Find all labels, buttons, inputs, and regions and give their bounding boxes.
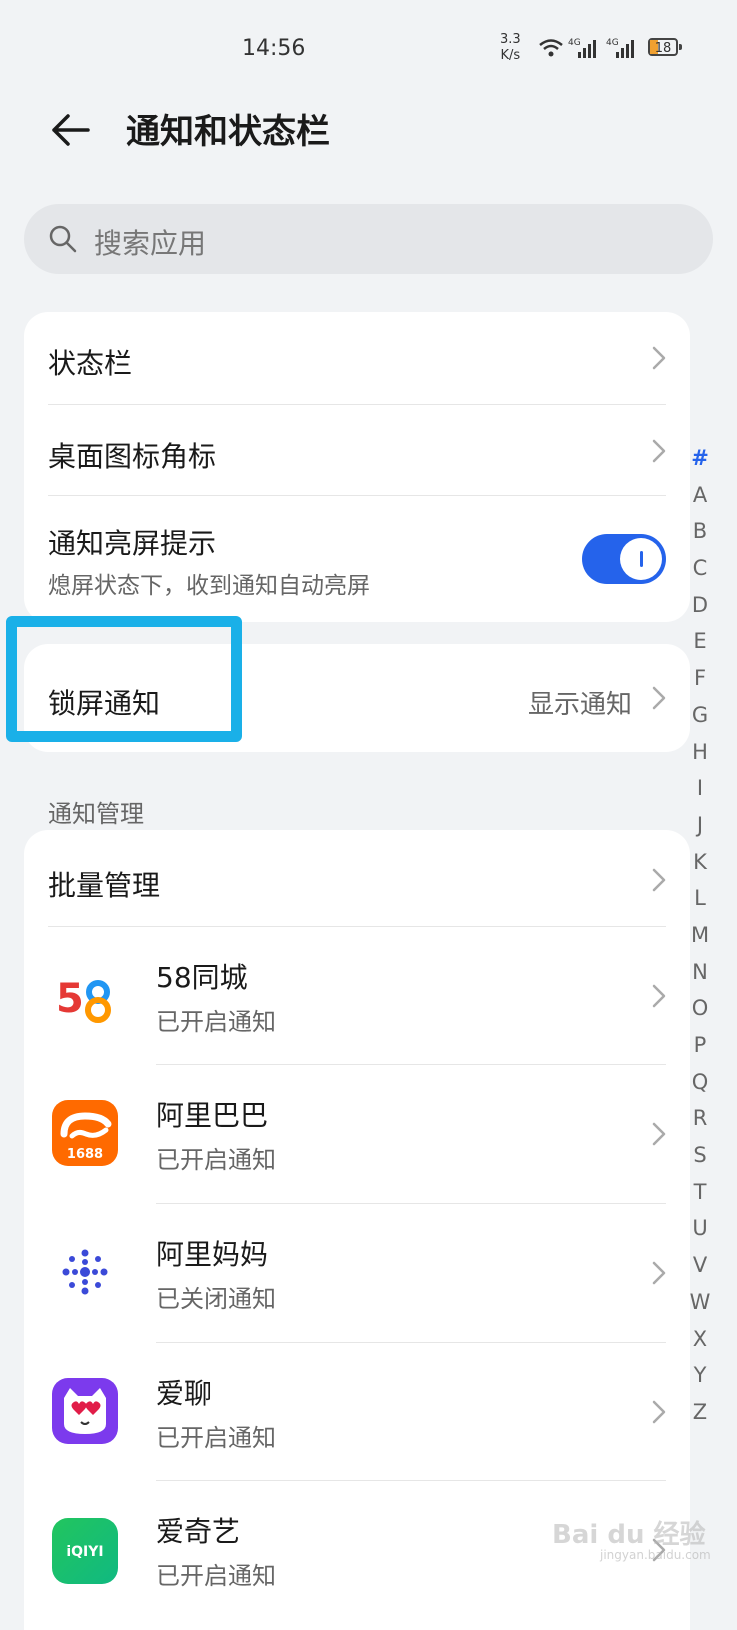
status-bar-label: 状态栏 (48, 347, 133, 380)
index-letter[interactable]: B (684, 513, 716, 550)
app-name: 爱聊 (156, 1377, 213, 1410)
app-status: 已开启通知 (156, 1562, 276, 1590)
app-status: 已开启通知 (156, 1008, 276, 1036)
net-speed: 3.3 K/s (500, 32, 521, 64)
index-letter[interactable]: U (684, 1210, 716, 1247)
index-letter[interactable]: I (684, 770, 716, 807)
list-item[interactable]: 爱聊 已开启通知 (24, 1342, 690, 1480)
app-1688-icon: 1688 (52, 1100, 118, 1166)
chevron-right-icon (652, 1261, 666, 1285)
sig2-label: 4G (606, 38, 619, 48)
index-letter[interactable]: L (684, 880, 716, 917)
index-letter[interactable]: P (684, 1027, 716, 1064)
index-letter[interactable]: Q (684, 1064, 716, 1101)
index-letter[interactable]: R (684, 1100, 716, 1137)
battery-level: 18 (654, 41, 672, 56)
index-letter[interactable]: T (684, 1174, 716, 1211)
index-letter[interactable]: W (684, 1284, 716, 1321)
index-letter[interactable]: G (684, 697, 716, 734)
search-icon (49, 225, 77, 253)
status-bar-row[interactable]: 状态栏 (48, 312, 666, 404)
lock-screen-value: 显示通知 (527, 690, 632, 720)
index-letter[interactable]: K (684, 844, 716, 881)
manage-card: 批量管理 5 58同城 已开启通知 1688 阿里巴巴 已开启通知 阿里妈妈 已… (24, 830, 690, 1630)
index-letter[interactable]: E (684, 623, 716, 660)
net-speed-unit: K/s (500, 48, 521, 63)
app-iqiyi-icon: iQIYI (52, 1518, 118, 1584)
chevron-right-icon (652, 1122, 666, 1146)
chevron-right-icon (652, 439, 666, 463)
index-letter[interactable]: C (684, 550, 716, 587)
batch-manage-label: 批量管理 (48, 869, 161, 902)
index-letter[interactable]: Y (684, 1357, 716, 1394)
index-letter[interactable]: D (684, 587, 716, 624)
app-name: 爱奇艺 (156, 1515, 241, 1548)
index-letter[interactable]: F (684, 660, 716, 697)
signal-icon: 4G (568, 38, 596, 58)
wake-toggle[interactable] (582, 534, 666, 584)
app-ailiao-icon (52, 1378, 118, 1444)
back-arrow-icon[interactable] (48, 108, 92, 152)
index-letter[interactable]: A (684, 477, 716, 514)
wake-label: 通知亮屏提示 (48, 527, 217, 560)
alphabet-index[interactable]: # A B C D E F G H I J K L M N O P Q R S T U V W X Y Z (684, 440, 716, 1431)
index-letter[interactable]: N (684, 954, 716, 991)
list-item[interactable]: 5 58同城 已开启通知 (24, 926, 690, 1064)
index-letter[interactable]: O (684, 990, 716, 1027)
watermark: Bai du 经验 (552, 1520, 706, 1550)
wake-row: 通知亮屏提示 熄屏状态下，收到通知自动亮屏 (48, 496, 666, 622)
battery-icon: 18 (648, 38, 682, 56)
settings-card: 状态栏 桌面图标角标 通知亮屏提示 熄屏状态下，收到通知自动亮屏 (24, 312, 690, 622)
page-title: 通知和状态栏 (126, 112, 330, 152)
index-letter[interactable]: X (684, 1321, 716, 1358)
index-letter[interactable]: M (684, 917, 716, 954)
app-name: 58同城 (156, 961, 248, 994)
chevron-right-icon (652, 984, 666, 1008)
app-status: 已开启通知 (156, 1146, 276, 1174)
chevron-right-icon (652, 1400, 666, 1424)
watermark-sub: jingyan.baidu.com (600, 1548, 711, 1562)
net-speed-value: 3.3 (500, 32, 521, 47)
app-status: 已关闭通知 (156, 1285, 276, 1313)
index-letter[interactable]: V (684, 1247, 716, 1284)
badge-label: 桌面图标角标 (48, 440, 217, 473)
chevron-right-icon (652, 686, 666, 710)
badge-row[interactable]: 桌面图标角标 (48, 405, 666, 495)
index-letter[interactable]: # (684, 440, 716, 477)
sig1-label: 4G (568, 38, 581, 48)
app-alimama-icon (52, 1239, 118, 1305)
list-item[interactable]: 阿里妈妈 已关闭通知 (24, 1203, 690, 1342)
list-item[interactable]: 1688 阿里巴巴 已开启通知 (24, 1064, 690, 1203)
status-bar: 14:56 3.3 K/s 4G 4G 18 (0, 0, 737, 90)
app-58-icon: 5 (52, 962, 118, 1028)
chevron-right-icon (652, 346, 666, 370)
wake-sub: 熄屏状态下，收到通知自动亮屏 (48, 573, 370, 599)
svg-text:5: 5 (56, 976, 84, 1022)
search-bar[interactable]: 搜索应用 (24, 204, 713, 274)
chevron-right-icon (652, 868, 666, 892)
index-letter[interactable]: S (684, 1137, 716, 1174)
index-letter[interactable]: H (684, 734, 716, 771)
wifi-icon (539, 39, 563, 57)
app-1688-text: 1688 (67, 1147, 103, 1162)
highlight-box (6, 616, 242, 742)
app-status: 已开启通知 (156, 1424, 276, 1452)
app-name: 阿里妈妈 (156, 1238, 269, 1271)
app-iqiyi-text: iQIYI (66, 1544, 103, 1560)
section-label: 通知管理 (48, 800, 144, 828)
signal-icon: 4G (606, 38, 634, 58)
app-name: 阿里巴巴 (156, 1099, 269, 1132)
batch-manage-row[interactable]: 批量管理 (48, 830, 666, 926)
index-letter[interactable]: J (684, 807, 716, 844)
index-letter[interactable]: Z (684, 1394, 716, 1431)
search-placeholder: 搜索应用 (94, 227, 207, 260)
status-time: 14:56 (242, 36, 306, 61)
